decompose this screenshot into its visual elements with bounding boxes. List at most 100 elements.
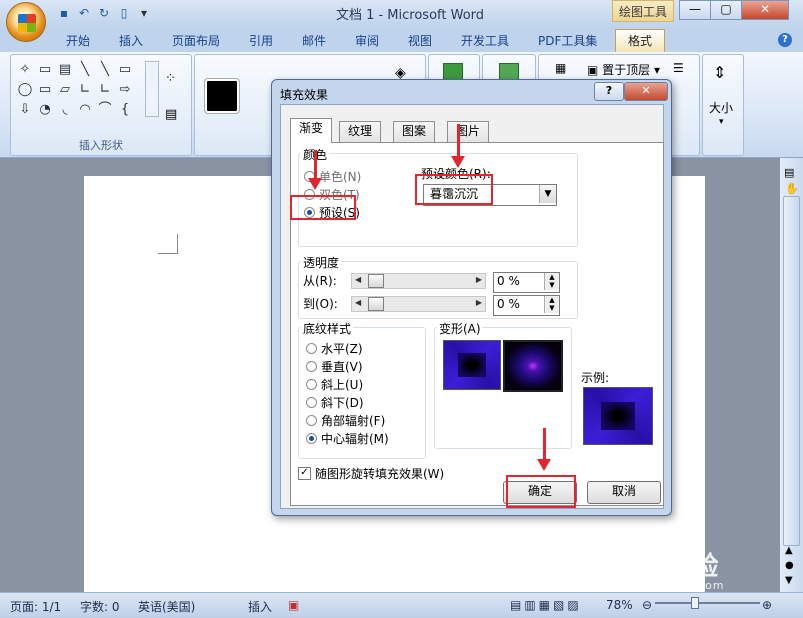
status-page[interactable]: 页面: 1/1 [10, 598, 61, 615]
spinner-arrows-icon[interactable]: ▲ ▼ [544, 296, 559, 313]
shape-option[interactable]: ◠ [75, 101, 95, 118]
save-icon[interactable]: ▪ [56, 5, 72, 21]
size-dropdown-icon[interactable]: ▾ [719, 117, 724, 127]
dialog-close-button[interactable]: ✕ [624, 82, 668, 101]
shape-option[interactable]: ╲ [75, 61, 95, 78]
edit-shape-icon[interactable]: ⁘ [165, 71, 176, 86]
from-percent-spinner[interactable]: 0 % ▲ ▼ [493, 272, 560, 293]
shape-option[interactable]: ∟ [95, 81, 115, 98]
shape-option[interactable]: ▭ [115, 61, 135, 78]
shape-style-black[interactable] [205, 79, 239, 113]
shape-gallery-scroll[interactable] [145, 61, 159, 117]
tab-view[interactable]: 视图 [408, 31, 432, 51]
shape-gallery[interactable]: ✧ ▭ ▤ ╲ ╲ ▭ ◯ ▭ ▱ ∟ ∟ ⇨ ⇩ ◔ ◟ ◠ ⌒{ [15, 61, 145, 118]
shape-option[interactable]: ∟ [75, 81, 95, 98]
radio-from-center[interactable]: 中心辐射(M) [306, 430, 389, 447]
to-percent-spinner[interactable]: 0 % ▲ ▼ [493, 295, 560, 316]
status-words[interactable]: 字数: 0 [80, 598, 120, 615]
zoom-in-icon[interactable]: ⊕ [762, 598, 772, 612]
shape-option[interactable]: ◔ [35, 101, 55, 118]
tab-references[interactable]: 引用 [249, 31, 273, 51]
tab-picture[interactable]: 图片 [447, 121, 490, 142]
to-label: 到(O): [303, 297, 338, 311]
office-button[interactable] [6, 2, 46, 42]
rotate-with-shape-checkbox[interactable]: ✓ 随图形旋转填充效果(W) [298, 465, 444, 482]
print-preview-icon[interactable]: ▯ [116, 5, 132, 21]
dialog-body: 渐变 纹理 图案 图片 颜色 单色(N) 双色(T) 预设(S) 预设颜色(R)… [280, 104, 664, 509]
variant-2-swatch[interactable] [503, 340, 563, 392]
status-mode[interactable]: 插入 [248, 598, 272, 615]
tab-mailings[interactable]: 邮件 [302, 31, 326, 51]
tab-pdf-tools[interactable]: PDF工具集 [538, 31, 597, 51]
tab-developer[interactable]: 开发工具 [461, 31, 509, 51]
scrollbar-thumb[interactable] [783, 196, 800, 546]
tab-gradient[interactable]: 渐变 [290, 118, 333, 143]
tab-format[interactable]: 格式 [615, 29, 666, 53]
shape-option[interactable]: ✧ [15, 61, 35, 78]
ruler-toggle-icon[interactable]: ▤ [784, 166, 794, 179]
from-slider-thumb[interactable] [368, 274, 384, 288]
maximize-button[interactable]: ▢ [710, 0, 742, 20]
shape-option[interactable]: { [115, 101, 135, 118]
tab-pattern[interactable]: 图案 [393, 121, 436, 142]
from-slider[interactable]: ◀ ▶ [351, 273, 486, 289]
to-slider[interactable]: ◀ ▶ [351, 296, 486, 312]
redo-icon[interactable]: ↻ [96, 5, 112, 21]
shape-option[interactable]: ⇩ [15, 101, 35, 118]
customize-icon[interactable]: ▾ [136, 5, 152, 21]
slider-left-arrow-icon[interactable]: ◀ [355, 296, 361, 310]
view-buttons[interactable]: ▤▥▦▧▨ [510, 598, 582, 612]
group-size: ⇕ 大小 ▾ [702, 54, 744, 156]
slider-left-arrow-icon[interactable]: ◀ [355, 273, 361, 287]
slider-right-arrow-icon[interactable]: ▶ [476, 273, 482, 287]
shape-option[interactable]: ▱ [55, 81, 75, 98]
radio-diagonal-up[interactable]: 斜上(U) [306, 376, 363, 393]
annotation-arrow-preset [308, 150, 322, 190]
bring-to-front-button[interactable]: ▣ 置于顶层 ▾ [587, 61, 660, 78]
radio-from-corner[interactable]: 角部辐射(F) [306, 412, 385, 429]
radio-horizontal[interactable]: 水平(Z) [306, 340, 363, 357]
zoom-slider-track[interactable] [655, 602, 760, 604]
tab-insert[interactable]: 插入 [119, 31, 143, 51]
shape-option[interactable]: ◟ [55, 101, 75, 118]
slider-right-arrow-icon[interactable]: ▶ [476, 296, 482, 310]
shape-option[interactable]: ╲ [95, 61, 115, 78]
shape-option[interactable]: ⇨ [115, 81, 135, 98]
variant-1-swatch[interactable] [443, 340, 501, 390]
minimize-button[interactable]: — [679, 0, 711, 20]
status-language[interactable]: 英语(美国) [138, 598, 195, 615]
tab-home[interactable]: 开始 [66, 31, 90, 51]
dropdown-arrow-icon[interactable]: ▼ [539, 185, 556, 203]
help-icon[interactable]: ? [778, 33, 792, 47]
tab-page-layout[interactable]: 页面布局 [172, 31, 220, 51]
radio-vertical[interactable]: 垂直(V) [306, 358, 363, 375]
align-icon[interactable]: ☰ [673, 61, 684, 75]
cancel-button[interactable]: 取消 [587, 481, 661, 504]
annotation-box-preset-colors [415, 174, 493, 205]
size-label[interactable]: 大小 [709, 99, 733, 116]
pan-hand-icon[interactable]: ✋ [785, 182, 799, 195]
macro-record-icon[interactable]: ▣ [288, 598, 299, 612]
shape-option[interactable]: ▭ [35, 81, 55, 98]
text-box-icon[interactable]: ▤ [165, 107, 177, 122]
zoom-level[interactable]: 78% [606, 598, 633, 612]
shape-option[interactable]: ◯ [15, 81, 35, 98]
zoom-out-icon[interactable]: ⊖ [642, 598, 652, 612]
tab-review[interactable]: 审阅 [355, 31, 379, 51]
spinner-arrows-icon[interactable]: ▲ ▼ [544, 273, 559, 290]
position-icon[interactable]: ▦ [555, 61, 566, 75]
tab-texture[interactable]: 纹理 [339, 121, 382, 142]
shape-option[interactable]: ⌒ [95, 101, 115, 118]
zoom-slider-knob[interactable] [691, 597, 699, 609]
radio-diagonal-up-label: 斜上(U) [321, 378, 364, 392]
quick-access-toolbar: ▪ ↶ ↻ ▯ ▾ [52, 3, 152, 23]
dialog-help-button[interactable]: ? [594, 82, 624, 101]
size-icon[interactable]: ⇕ [713, 63, 726, 82]
shape-option[interactable]: ▤ [55, 61, 75, 78]
close-button[interactable]: ✕ [741, 0, 789, 20]
undo-icon[interactable]: ↶ [76, 5, 92, 21]
radio-diagonal-down[interactable]: 斜下(D) [306, 394, 364, 411]
shape-option[interactable]: ▭ [35, 61, 55, 78]
ribbon-tab-bar: 开始 插入 页面布局 引用 邮件 审阅 视图 开发工具 PDF工具集 格式 [0, 28, 803, 53]
to-slider-thumb[interactable] [368, 297, 384, 311]
